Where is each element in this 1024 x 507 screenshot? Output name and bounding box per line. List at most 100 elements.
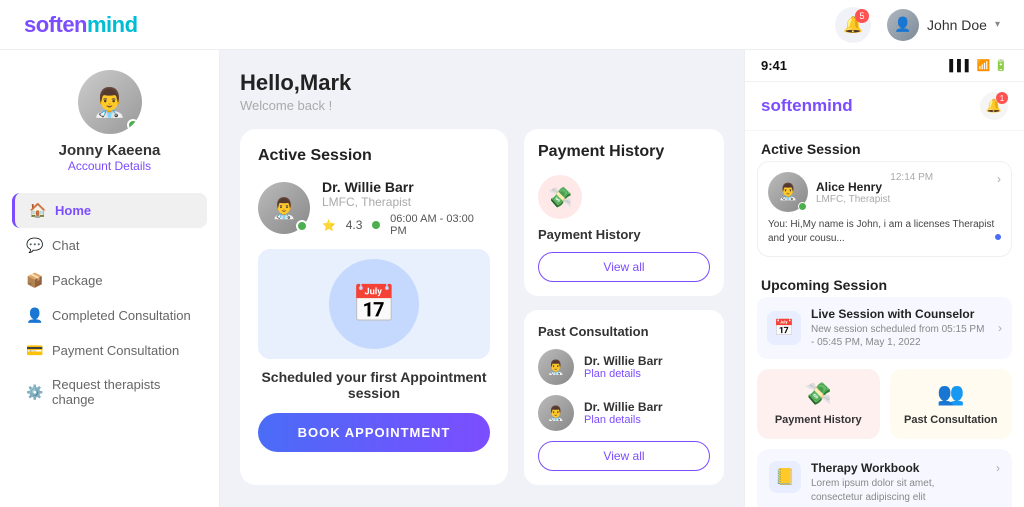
avatar: 👨‍⚕️ (78, 70, 142, 134)
mobile-therapist-info: Alice Henry LMFC, Therapist (816, 180, 890, 205)
session-illustration: 📅 (258, 249, 490, 359)
wifi-icon: 📶 (977, 59, 991, 72)
sidebar-item-payment[interactable]: 💳 Payment Consultation (12, 333, 207, 368)
greeting-subtitle: Welcome back ! (240, 98, 724, 113)
illustration-icon: 📅 (329, 259, 419, 349)
sidebar: 👨‍⚕️ Jonny Kaeena Account Details 🏠 Home… (0, 50, 220, 507)
therapist-details: Dr. Willie Barr LMFC, Therapist ⭐ 4.3 06… (322, 179, 490, 237)
consultation-view-all-button[interactable]: View all (538, 441, 710, 471)
mobile-online-dot (798, 202, 807, 211)
mobile-therapist-avatar: 👨‍⚕️ (768, 172, 808, 212)
mobile-panel: 9:41 ▌▌▌ 📶 🔋 softenmind 🔔 1 Active Sessi… (744, 50, 1024, 507)
mobile-upcoming-item[interactable]: 📅 Live Session with Counselor New sessio… (757, 297, 1012, 359)
active-session-card: Active Session 👨‍⚕️ Dr. Willie Barr LMFC… (240, 129, 508, 485)
therapist-info: 👨‍⚕️ Dr. Willie Barr LMFC, Therapist ⭐ 4… (258, 179, 490, 237)
mobile-active-session-card[interactable]: 👨‍⚕️ Alice Henry LMFC, Therapist 12:14 P… (757, 161, 1012, 257)
consult-sub-1: Plan details (584, 368, 663, 380)
unread-indicator (995, 234, 1001, 240)
book-appointment-button[interactable]: BOOK APPOINTMENT (258, 413, 490, 452)
upcoming-session-sub: New session scheduled from 05:15 PM - 05… (811, 323, 988, 349)
mobile-therapist-message: You: Hi,My name is John, i am a licenses… (768, 218, 1001, 246)
notification-bell[interactable]: 🔔 5 (835, 7, 871, 43)
payment-card-icon: 💸 (805, 381, 832, 407)
quick-card-consultation[interactable]: 👥 Past Consultation (890, 369, 1013, 439)
main-layout: 👨‍⚕️ Jonny Kaeena Account Details 🏠 Home… (0, 50, 1024, 507)
consult-avatar-1: 👨‍⚕️ (538, 349, 574, 385)
therapist-meta: ⭐ 4.3 06:00 AM - 03:00 PM (322, 213, 490, 237)
upcoming-session-info: Live Session with Counselor New session … (811, 307, 988, 349)
payment-subtitle: Payment History (538, 227, 710, 242)
mobile-therapist-name: Alice Henry (816, 180, 890, 194)
sidebar-item-chat[interactable]: 💬 Chat (12, 228, 207, 263)
consultation-card-label: Past Consultation (904, 413, 998, 427)
past-consultation-card: Past Consultation 👨‍⚕️ Dr. Willie Barr P… (524, 310, 724, 485)
sidebar-item-label: Request therapists change (52, 377, 193, 407)
therapist-online-dot (296, 220, 308, 232)
sidebar-item-label: Package (52, 273, 103, 288)
therapist-avatar: 👨‍⚕️ (258, 182, 310, 234)
upcoming-session-icon: 📅 (767, 311, 801, 345)
therapy-chevron-icon: › (996, 461, 1000, 475)
sidebar-item-request[interactable]: ⚙️ Request therapists change (12, 368, 207, 416)
consult-details-2: Dr. Willie Barr Plan details (584, 400, 663, 426)
sidebar-profile: 👨‍⚕️ Jonny Kaeena Account Details (59, 70, 161, 173)
therapy-book-icon: 📒 (769, 461, 801, 493)
mobile-upcoming-section-title: Upcoming Session (745, 267, 1024, 297)
therapy-info: Therapy Workbook Lorem ipsum dolor sit a… (811, 461, 986, 505)
greeting-title: Hello,Mark (240, 70, 724, 96)
consultation-card-icon: 👥 (937, 381, 964, 407)
session-label: Scheduled your first Appointment session (258, 369, 490, 401)
sidebar-user-sub: Account Details (68, 159, 151, 173)
mobile-therapist-left: 👨‍⚕️ Alice Henry LMFC, Therapist (768, 172, 890, 212)
therapy-desc: Lorem ipsum dolor sit amet, consectetur … (811, 477, 986, 505)
quick-card-payment[interactable]: 💸 Payment History (757, 369, 880, 439)
user-info[interactable]: 👤 John Doe ▾ (887, 9, 1000, 41)
user-avatar: 👤 (887, 9, 919, 41)
top-nav-right: 🔔 5 👤 John Doe ▾ (835, 7, 1000, 43)
battery-icon: 🔋 (994, 59, 1008, 72)
payment-icon: 💳 (26, 342, 42, 359)
mobile-notification-bell[interactable]: 🔔 1 (980, 92, 1008, 120)
top-nav: softenmind 🔔 5 👤 John Doe ▾ (0, 0, 1024, 50)
signal-icon: ▌▌▌ (949, 60, 972, 72)
mobile-therapist-row: 👨‍⚕️ Alice Henry LMFC, Therapist 12:14 P… (768, 172, 1001, 212)
chevron-right-icon: › (997, 172, 1001, 186)
therapist-role: LMFC, Therapist (322, 195, 490, 209)
payment-view-all-button[interactable]: View all (538, 252, 710, 282)
active-session-title: Active Session (258, 147, 490, 165)
completed-icon: 👤 (26, 307, 42, 324)
star-icon: ⭐ (322, 219, 336, 232)
sidebar-item-label: Completed Consultation (52, 308, 191, 323)
mobile-status-bar: 9:41 ▌▌▌ 📶 🔋 (745, 50, 1024, 82)
sidebar-user-name: Jonny Kaeena (59, 142, 161, 159)
upcoming-session-title: Live Session with Counselor (811, 307, 988, 321)
sidebar-item-home[interactable]: 🏠 Home (12, 193, 207, 228)
consult-sub-2: Plan details (584, 414, 663, 426)
consult-name-2: Dr. Willie Barr (584, 400, 663, 414)
mobile-upcoming-section: 📅 Live Session with Counselor New sessio… (745, 297, 1024, 369)
mobile-message-time: 12:14 PM (890, 172, 933, 183)
online-indicator (127, 119, 139, 131)
app-logo: softenmind (24, 12, 138, 38)
sidebar-item-completed[interactable]: 👤 Completed Consultation (12, 298, 207, 333)
status-icons: ▌▌▌ 📶 🔋 (949, 59, 1008, 72)
sidebar-item-label: Payment Consultation (52, 343, 179, 358)
consultation-item-1: 👨‍⚕️ Dr. Willie Barr Plan details (538, 349, 710, 385)
sidebar-navigation: 🏠 Home 💬 Chat 📦 Package 👤 Completed Cons… (0, 193, 219, 416)
active-dot (372, 221, 380, 229)
chat-icon: 💬 (26, 237, 42, 254)
sidebar-item-package[interactable]: 📦 Package (12, 263, 207, 298)
mobile-quick-cards: 💸 Payment History 👥 Past Consultation (745, 369, 1024, 449)
greeting-section: Hello,Mark Welcome back ! (240, 70, 724, 113)
payment-icon: 💸 (538, 175, 582, 219)
right-panel: Payment History 💸 Payment History View a… (524, 129, 724, 485)
sidebar-item-label: Chat (52, 238, 79, 253)
main-content: Hello,Mark Welcome back ! Active Session… (220, 50, 744, 507)
mobile-therapy-workbook[interactable]: 📒 Therapy Workbook Lorem ipsum dolor sit… (757, 449, 1012, 507)
therapy-title: Therapy Workbook (811, 461, 986, 475)
content-grid: Active Session 👨‍⚕️ Dr. Willie Barr LMFC… (240, 129, 724, 485)
payment-card-title: Payment History (538, 143, 710, 161)
mobile-header: softenmind 🔔 1 (745, 82, 1024, 131)
payment-card-label: Payment History (775, 413, 862, 427)
sidebar-item-label: Home (55, 203, 91, 218)
